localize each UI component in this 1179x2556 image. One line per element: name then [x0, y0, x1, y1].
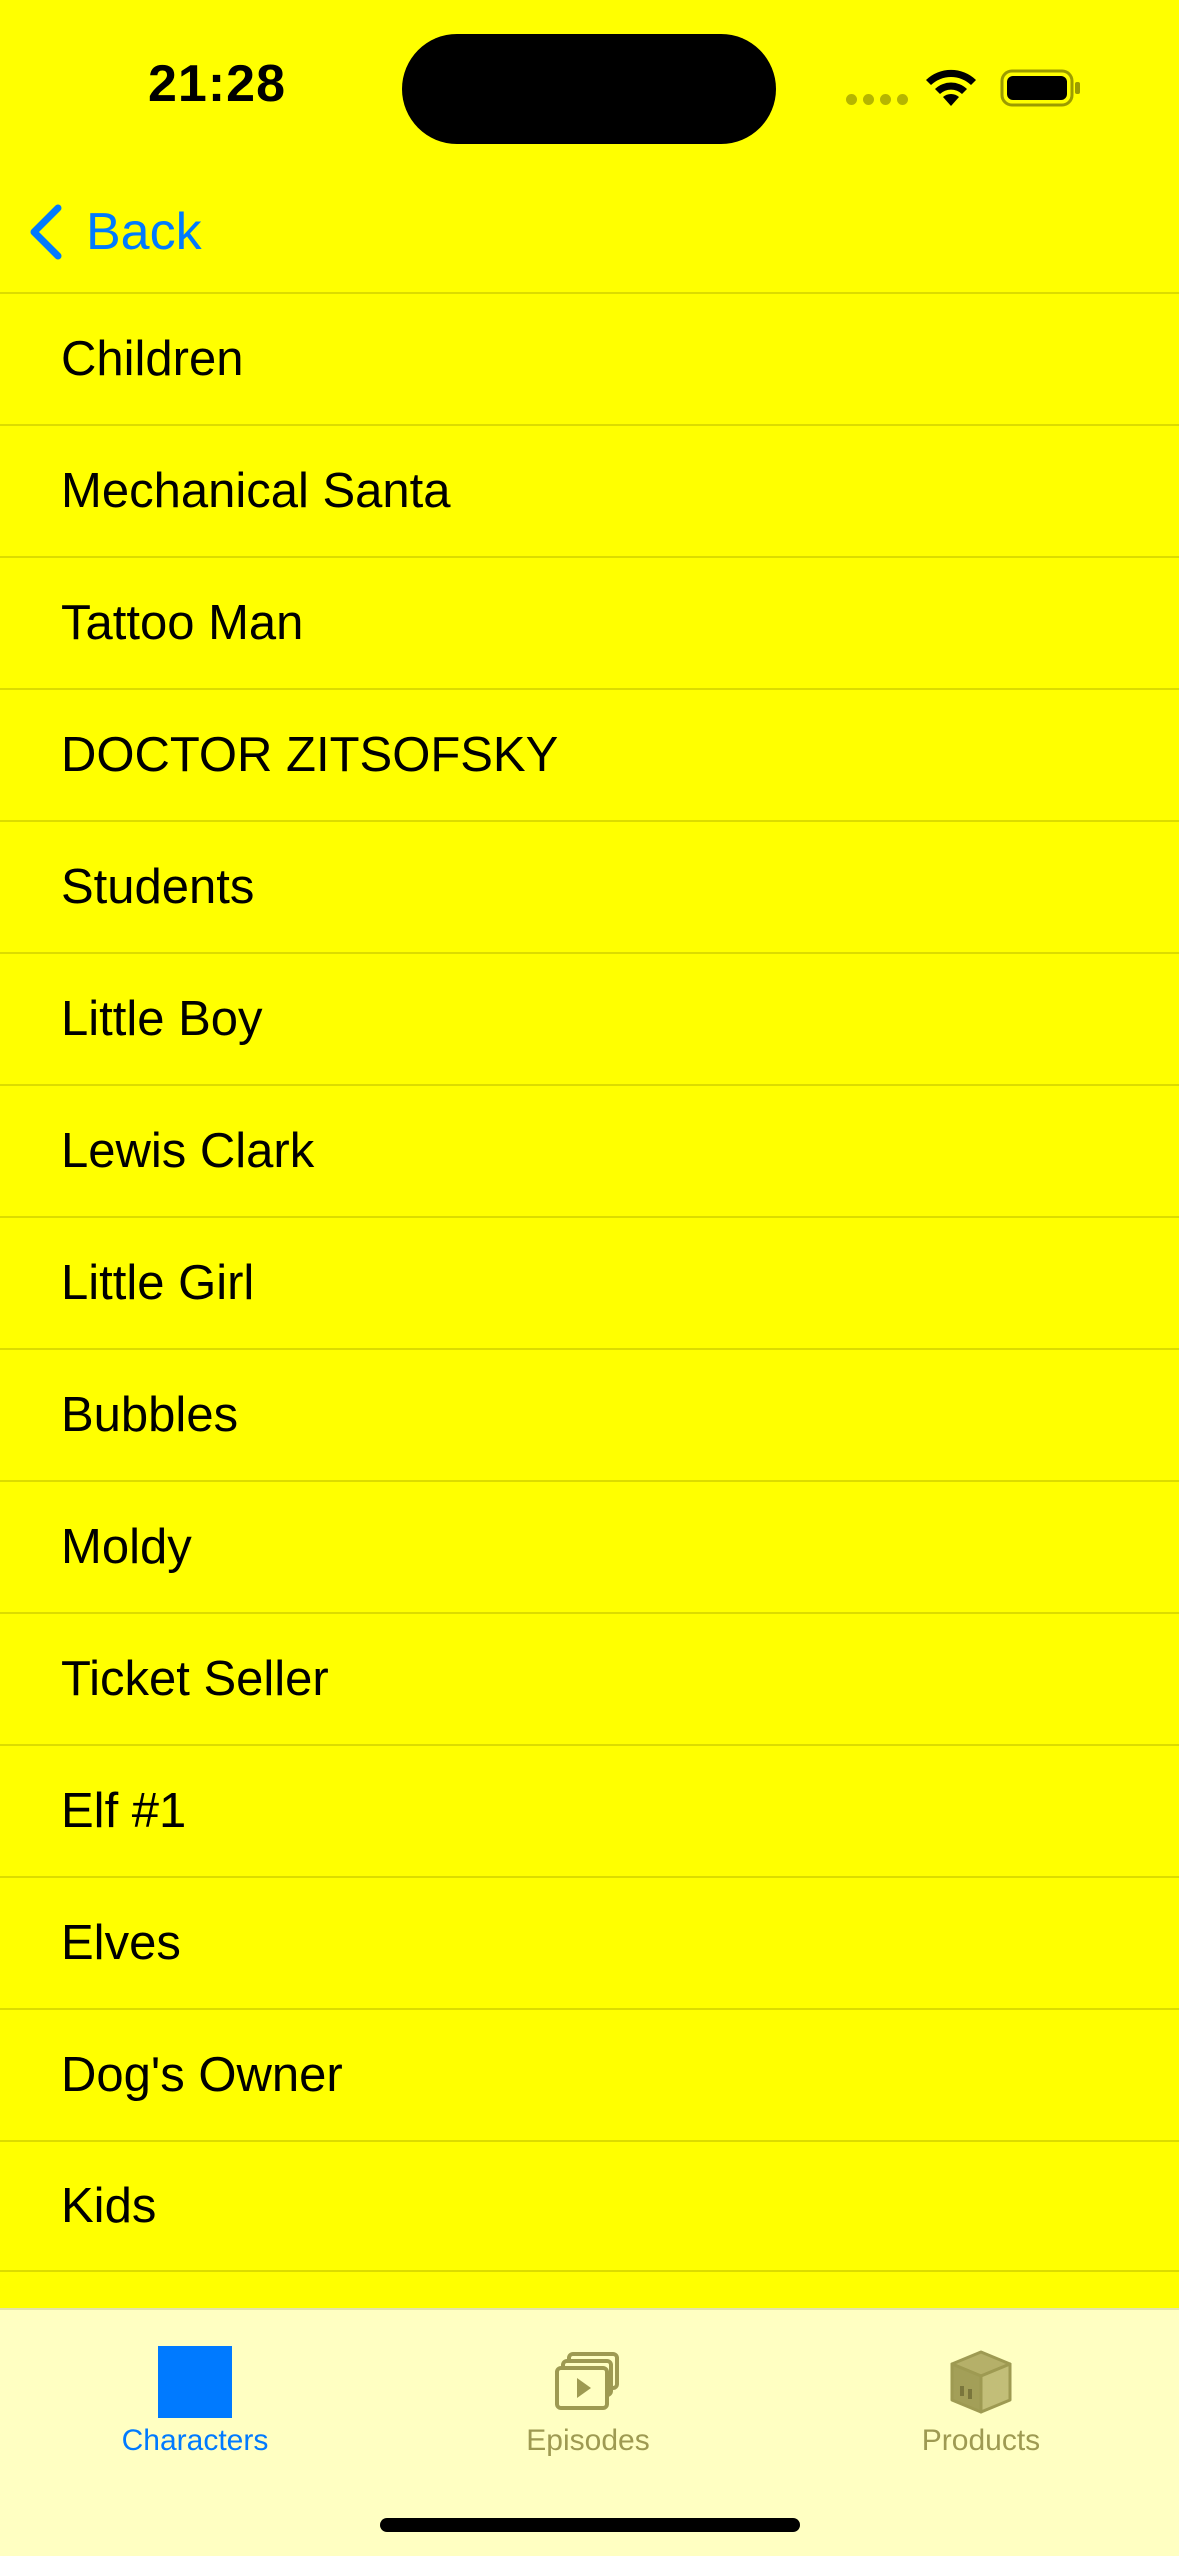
list-item-label: Mechanical Santa — [61, 464, 451, 518]
status-time: 21:28 — [148, 55, 286, 113]
list-item-label: Kids — [61, 2179, 157, 2233]
list-item[interactable]: Mechanical Santa — [0, 424, 1179, 556]
character-list: Children Mechanical Santa Tattoo Man DOC… — [0, 292, 1179, 2308]
list-item[interactable]: Little Boy — [0, 952, 1179, 1084]
list-item-label: Ticket Seller — [61, 1652, 329, 1706]
blue-square-icon — [158, 2346, 232, 2418]
list-item[interactable]: Lewis Clark — [0, 1084, 1179, 1216]
list-item-label: Elves — [61, 1916, 181, 1970]
list-item-label: Bubbles — [61, 1388, 239, 1442]
tab-label: Characters — [121, 2424, 269, 2457]
back-button[interactable]: Back — [26, 194, 202, 270]
list-item[interactable]: Ticket Seller — [0, 1612, 1179, 1744]
list-item[interactable]: Students — [0, 820, 1179, 952]
list-item[interactable]: Elves — [0, 1876, 1179, 2008]
wifi-icon — [926, 69, 976, 106]
dynamic-island — [402, 34, 776, 144]
list-item-label: Lewis Clark — [61, 1124, 315, 1178]
list-item-label: Little Girl — [61, 1256, 255, 1310]
list-item-label: Students — [61, 860, 255, 914]
tab-products[interactable]: Products — [851, 2346, 1111, 2466]
list-item-label: DOCTOR ZITSOFSKY — [61, 728, 559, 782]
navigation-bar: Back — [0, 170, 1179, 294]
list-item[interactable]: Children — [0, 292, 1179, 424]
cellular-signal-icon — [846, 94, 908, 105]
box-icon — [950, 2350, 1012, 2414]
list-item-label: Dog's Owner — [61, 2048, 343, 2102]
list-item[interactable]: DOCTOR ZITSOFSKY — [0, 688, 1179, 820]
list-item[interactable]: Elf #1 — [0, 1744, 1179, 1876]
list-item-label: Children — [61, 332, 244, 386]
list-item[interactable]: Bubbles — [0, 1348, 1179, 1480]
list-item-label: Tattoo Man — [61, 596, 304, 650]
tab-label: Episodes — [526, 2424, 650, 2457]
back-label: Back — [86, 203, 202, 261]
list-item-label: Little Boy — [61, 992, 263, 1046]
tab-episodes[interactable]: Episodes — [458, 2346, 718, 2466]
tab-label: Products — [921, 2424, 1041, 2457]
list-item[interactable]: Kids — [0, 2140, 1179, 2272]
list-item-label: Elf #1 — [61, 1784, 187, 1838]
list-item[interactable]: Tattoo Man — [0, 556, 1179, 688]
list-item[interactable]: Little Girl — [0, 1216, 1179, 1348]
list-item[interactable]: Dog's Owner — [0, 2008, 1179, 2140]
status-bar: 21:28 — [0, 0, 1179, 170]
list-item[interactable]: Moldy — [0, 1480, 1179, 1612]
chevron-left-icon — [30, 204, 62, 260]
video-stack-icon — [555, 2352, 619, 2410]
home-indicator[interactable] — [380, 2518, 800, 2532]
list-item-label: Moldy — [61, 1520, 192, 1574]
tab-characters[interactable]: Characters — [65, 2346, 325, 2466]
battery-icon — [1000, 69, 1080, 107]
